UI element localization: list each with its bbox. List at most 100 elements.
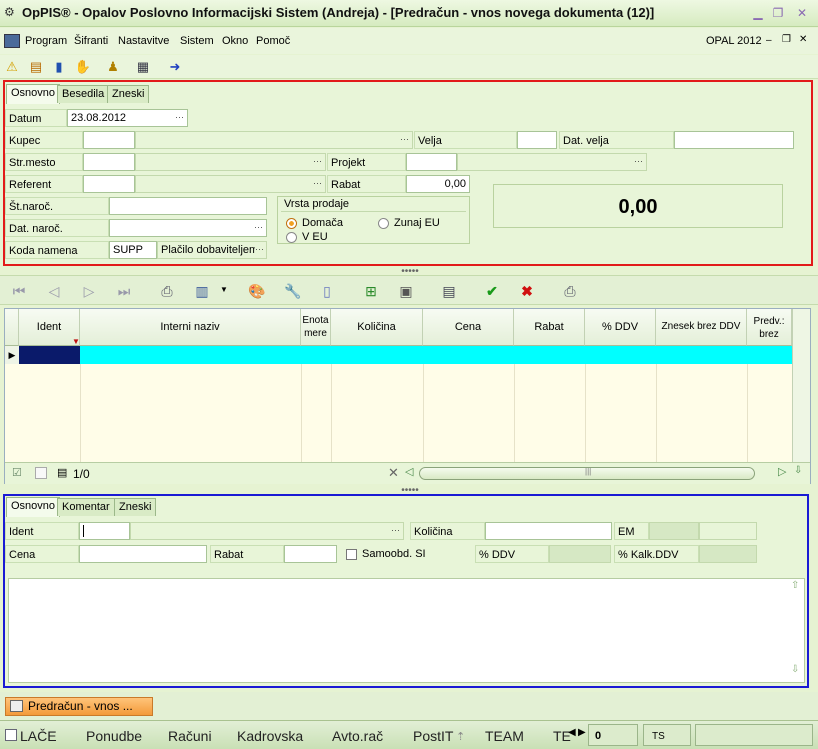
menu-sifranti[interactable]: Šifranti [74, 35, 108, 47]
textarea-scroll-up-icon[interactable]: ⇧ [791, 580, 799, 591]
col-kolicina[interactable]: Količina [331, 309, 423, 346]
samoobd-checkbox[interactable] [346, 549, 357, 560]
col-znesek-brez-ddv[interactable]: Znesek brez DDV [656, 309, 747, 346]
shortcut-lace[interactable]: LAČE [20, 728, 57, 744]
last-record-icon[interactable]: ⏭ [114, 282, 134, 300]
col-interni-naziv[interactable]: Interni naziv [80, 309, 301, 346]
rabat-field[interactable]: 0,00 [406, 175, 470, 193]
vertical-scrollbar[interactable] [792, 309, 810, 462]
document-stack-icon[interactable]: ▯ [317, 282, 337, 300]
detail-cena-field[interactable] [79, 545, 207, 563]
book-icon[interactable]: ▮ [50, 58, 68, 76]
shortcut-kadrovska[interactable]: Kadrovska [237, 728, 303, 744]
menu-sistem[interactable]: Sistem [180, 35, 214, 47]
mdi-close-icon[interactable]: ✕ [799, 34, 807, 45]
shortcut-racuni[interactable]: Računi [168, 728, 212, 744]
books-icon[interactable]: ▤ [27, 58, 45, 76]
detail-rabat-field[interactable] [284, 545, 337, 563]
scroll-left-arrow-icon[interactable]: ◀ [568, 727, 576, 738]
col-rabat[interactable]: Rabat [514, 309, 585, 346]
menu-okno[interactable]: Okno [222, 35, 248, 47]
koda-namena-desc-field[interactable]: Plačilo dobaviteljem ··· [157, 241, 267, 259]
menu-nastavitve[interactable]: Nastavitve [118, 35, 169, 47]
scroll-left-icon[interactable]: ◁ [405, 465, 413, 478]
tools-icon[interactable]: 🔧 [283, 282, 303, 300]
detail-kolicina-field[interactable] [485, 522, 612, 540]
tab-besedila[interactable]: Besedila [57, 85, 110, 103]
kupec-name-field[interactable]: ··· [135, 131, 413, 149]
str-mesto-code-field[interactable] [83, 153, 135, 171]
menu-pomoc[interactable]: Pomoč [256, 35, 290, 47]
detail-ident-field[interactable] [79, 522, 130, 540]
detail-ident-name-field[interactable]: ··· [130, 522, 404, 540]
tab-zneski[interactable]: Zneski [107, 85, 150, 103]
shortcut-team[interactable]: TEAM [485, 728, 524, 744]
dat-velja-field[interactable] [674, 131, 794, 149]
columns-dropdown-icon[interactable]: ▼ [220, 285, 228, 294]
shortcut-postit[interactable]: PostIT [413, 728, 453, 744]
mdi-restore-icon[interactable]: ❐ [782, 34, 791, 45]
prev-record-icon[interactable]: ◁ [44, 282, 64, 300]
close-icon[interactable]: ✕ [794, 5, 810, 21]
radio-v-eu[interactable] [286, 232, 297, 243]
projekt-code-field[interactable] [406, 153, 457, 171]
detail-tab-komentar[interactable]: Komentar [57, 498, 115, 516]
table-row[interactable] [80, 346, 792, 364]
comment-textarea[interactable] [8, 578, 805, 683]
radio-zunaj-eu[interactable] [378, 218, 389, 229]
scroll-right-icon[interactable]: ▷ [778, 465, 786, 478]
app-icon[interactable]: ⚙ [4, 5, 18, 19]
print-icon[interactable]: ⎙ [157, 282, 177, 300]
palette-icon[interactable]: 🎨 [247, 282, 267, 300]
checkbox[interactable] [35, 467, 47, 479]
koda-namena-field[interactable]: SUPP [109, 241, 157, 259]
detail-tab-osnovno[interactable]: Osnovno [6, 497, 61, 517]
mdi-minimize-icon[interactable]: – [766, 35, 772, 46]
scroll-right-arrow-icon[interactable]: ▶ [578, 727, 586, 738]
col-ident[interactable]: Ident [19, 309, 80, 346]
referent-name-field[interactable]: ··· [135, 175, 326, 193]
col-predv-brez[interactable]: Predv.: brez [747, 309, 792, 346]
col-enota-mere[interactable]: Enota mere [301, 309, 331, 346]
check-all-icon[interactable]: ☑ [12, 466, 22, 479]
users-icon[interactable]: ♟ [104, 58, 122, 76]
print-preview-icon[interactable]: ⎙ [560, 282, 580, 300]
col-cena[interactable]: Cena [423, 309, 514, 346]
task-button-predracun[interactable]: Predračun - vnos ... [5, 697, 153, 716]
datum-field[interactable]: 23.08.2012 ··· [67, 109, 188, 127]
shortcut-ponudbe[interactable]: Ponudbe [86, 728, 142, 744]
minimize-icon[interactable]: ▁ [750, 5, 766, 21]
scroll-end-icon[interactable]: ⇩ [794, 465, 802, 476]
menu-program[interactable]: Program [25, 35, 67, 47]
columns-icon[interactable]: ▥ [192, 282, 212, 300]
arrow-right-icon[interactable]: ➜ [166, 58, 184, 76]
radio-domaca[interactable] [286, 218, 297, 229]
image-icon[interactable]: ▣ [396, 282, 416, 300]
detail-tab-zneski[interactable]: Zneski [114, 498, 157, 516]
first-record-icon[interactable]: ⏮ [9, 282, 29, 300]
str-mesto-name-field[interactable]: ··· [135, 153, 326, 171]
grid-icon[interactable] [5, 729, 17, 741]
next-record-icon[interactable]: ▷ [79, 282, 99, 300]
hand-icon[interactable]: ✋ [74, 58, 92, 76]
clear-filter-icon[interactable]: ✕ [388, 465, 399, 481]
restore-icon[interactable]: ❐ [770, 5, 786, 21]
confirm-icon[interactable]: ✔ [482, 282, 502, 300]
document-icon[interactable] [4, 34, 20, 48]
st-naroc-field[interactable] [109, 197, 267, 215]
col-ddv[interactable]: % DDV [585, 309, 656, 346]
tab-osnovno[interactable]: Osnovno [6, 84, 61, 104]
table-icon[interactable]: ▤ [439, 282, 459, 300]
textarea-scroll-down-icon[interactable]: ⇩ [791, 664, 799, 675]
warning-icon[interactable]: ⚠ [3, 58, 21, 76]
active-cell[interactable] [19, 346, 80, 364]
velja-field[interactable] [517, 131, 557, 149]
dat-naroc-field[interactable]: ··· [109, 219, 267, 237]
calendar-icon[interactable]: ▦ [134, 58, 152, 76]
add-row-icon[interactable]: ⊞ [361, 282, 381, 300]
cancel-icon[interactable]: ✖ [517, 282, 537, 300]
referent-code-field[interactable] [83, 175, 135, 193]
shortcut-avto-rac[interactable]: Avto.rač [332, 728, 383, 744]
kupec-code-field[interactable] [83, 131, 135, 149]
projekt-name-field[interactable]: ··· [457, 153, 647, 171]
